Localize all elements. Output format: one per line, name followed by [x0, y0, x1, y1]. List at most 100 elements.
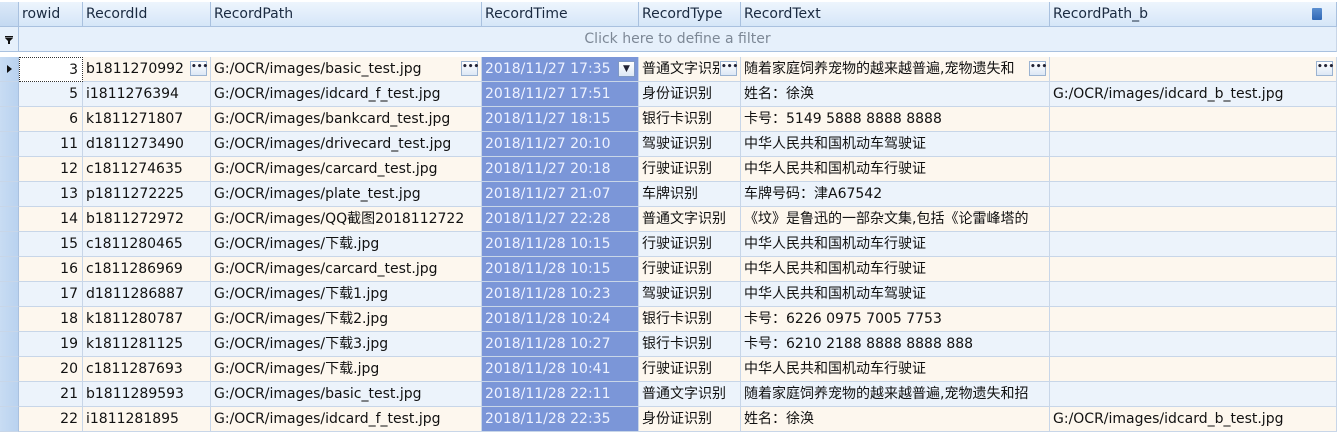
table-row[interactable]: 13 p1811272225 G:/OCR/images/plate_test.jp…: [0, 182, 1337, 207]
cell-recordtype[interactable]: 普通文字识别 •••: [639, 57, 741, 82]
cell-recordtype[interactable]: 驾驶证识别: [639, 282, 741, 307]
table-row[interactable]: 21 b1811289593 G:/OCR/images/basic_test.jp…: [0, 382, 1337, 407]
cell-recordtext[interactable]: 车牌号码：津A67542: [741, 182, 1050, 207]
column-header-recordtext[interactable]: RecordText: [741, 2, 1050, 27]
cell-rowid[interactable]: 13: [19, 182, 83, 207]
cell-recordtype[interactable]: 身份证识别: [639, 82, 741, 107]
column-header-recordid[interactable]: RecordId: [83, 2, 211, 27]
cell-recordtext[interactable]: 中华人民共和国机动车行驶证: [741, 232, 1050, 257]
cell-recordpath[interactable]: G:/OCR/images/bankcard_test.jpg: [211, 107, 482, 132]
cell-recordtype[interactable]: 银行卡识别: [639, 107, 741, 132]
cell-recordtext[interactable]: 卡号：6210 2188 8888 8888 888: [741, 332, 1050, 357]
row-selector[interactable]: [0, 357, 19, 382]
cell-recordpath-b[interactable]: G:/OCR/images/idcard_b_test.jpg: [1050, 407, 1337, 432]
cell-recordpath[interactable]: G:/OCR/images/basic_test.jpg •••: [211, 57, 482, 82]
cell-rowid[interactable]: 20: [19, 357, 83, 382]
row-selector[interactable]: [0, 407, 19, 432]
cell-rowid[interactable]: 16: [19, 257, 83, 282]
cell-recordtext[interactable]: 卡号：5149 5888 8888 8888: [741, 107, 1050, 132]
cell-recordpath-b[interactable]: [1050, 157, 1337, 182]
cell-rowid[interactable]: 3: [19, 57, 83, 82]
cell-recordtext[interactable]: 卡号：6226 0975 7005 7753: [741, 307, 1050, 332]
cell-recordpath-b[interactable]: [1050, 207, 1337, 232]
cell-rowid[interactable]: 18: [19, 307, 83, 332]
cell-recordid[interactable]: k1811271807: [83, 107, 211, 132]
cell-recordtime[interactable]: 2018/11/28 10:15: [482, 232, 639, 257]
cell-recordpath-b[interactable]: G:/OCR/images/idcard_b_test.jpg: [1050, 82, 1337, 107]
row-selector[interactable]: [0, 107, 19, 132]
cell-rowid[interactable]: 15: [19, 232, 83, 257]
cell-recordid[interactable]: k1811280787: [83, 307, 211, 332]
cell-recordtime[interactable]: 2018/11/28 22:11: [482, 382, 639, 407]
cell-recordtype[interactable]: 普通文字识别: [639, 207, 741, 232]
table-row[interactable]: 12 c1811274635 G:/OCR/images/carcard_test.…: [0, 157, 1337, 182]
row-selector[interactable]: [0, 257, 19, 282]
cell-recordid[interactable]: i1811281895: [83, 407, 211, 432]
table-row[interactable]: 19 k1811281125 G:/OCR/images/下载3.jpg 2018/1…: [0, 332, 1337, 357]
cell-rowid[interactable]: 5: [19, 82, 83, 107]
cell-recordpath-b[interactable]: [1050, 282, 1337, 307]
cell-rowid[interactable]: 6: [19, 107, 83, 132]
row-selector[interactable]: [0, 182, 19, 207]
cell-recordpath-b[interactable]: [1050, 382, 1337, 407]
cell-recordtext[interactable]: 姓名：徐涣: [741, 407, 1050, 432]
cell-recordtime[interactable]: 2018/11/27 22:28: [482, 207, 639, 232]
cell-recordpath-b[interactable]: [1050, 257, 1337, 282]
cell-recordpath-b[interactable]: [1050, 132, 1337, 157]
cell-recordid[interactable]: k1811281125: [83, 332, 211, 357]
cell-recordtext[interactable]: 姓名：徐涣: [741, 82, 1050, 107]
cell-recordtime[interactable]: 2018/11/27 17:35 ▼: [482, 57, 639, 82]
cell-recordtype[interactable]: 银行卡识别: [639, 307, 741, 332]
dropdown-arrow-icon[interactable]: ▼: [618, 61, 635, 77]
cell-recordpath[interactable]: G:/OCR/images/QQ截图2018112722: [211, 207, 482, 232]
row-selector[interactable]: [0, 132, 19, 157]
cell-recordpath[interactable]: G:/OCR/images/下载2.jpg: [211, 307, 482, 332]
cell-recordpath-b[interactable]: [1050, 107, 1337, 132]
cell-recordtime[interactable]: 2018/11/28 10:27: [482, 332, 639, 357]
cell-rowid[interactable]: 12: [19, 157, 83, 182]
cell-recordpath-b[interactable]: [1050, 307, 1337, 332]
cell-recordtime[interactable]: 2018/11/27 20:18: [482, 157, 639, 182]
column-header-recordpath-b[interactable]: RecordPath_b: [1050, 2, 1337, 27]
row-selector[interactable]: [0, 307, 19, 332]
cell-recordtype[interactable]: 行驶证识别: [639, 157, 741, 182]
cell-recordpath[interactable]: G:/OCR/images/下载.jpg: [211, 357, 482, 382]
row-selector[interactable]: [0, 232, 19, 257]
cell-recordid[interactable]: c1811274635: [83, 157, 211, 182]
cell-recordtype[interactable]: 普通文字识别: [639, 382, 741, 407]
cell-recordtime[interactable]: 2018/11/27 17:51: [482, 82, 639, 107]
cell-recordpath-b[interactable]: [1050, 357, 1337, 382]
cell-recordpath[interactable]: G:/OCR/images/下载3.jpg: [211, 332, 482, 357]
row-selector[interactable]: [0, 282, 19, 307]
cell-recordtime[interactable]: 2018/11/28 10:15: [482, 257, 639, 282]
table-row[interactable]: 14 b1811272972 G:/OCR/images/QQ截图201811272…: [0, 207, 1337, 232]
cell-recordpath-b[interactable]: [1050, 232, 1337, 257]
cell-recordtype[interactable]: 行驶证识别: [639, 357, 741, 382]
cell-recordtime[interactable]: 2018/11/27 20:10: [482, 132, 639, 157]
cell-recordtype[interactable]: 行驶证识别: [639, 257, 741, 282]
cell-recordtype[interactable]: 驾驶证识别: [639, 132, 741, 157]
row-selector[interactable]: [0, 82, 19, 107]
column-header-recordpath[interactable]: RecordPath: [211, 2, 482, 27]
cell-recordpath[interactable]: G:/OCR/images/下载1.jpg: [211, 282, 482, 307]
cell-recordid[interactable]: c1811280465: [83, 232, 211, 257]
cell-recordid[interactable]: d1811286887: [83, 282, 211, 307]
cell-recordid[interactable]: b1811272972: [83, 207, 211, 232]
table-row[interactable]: 5 i1811276394 G:/OCR/images/idcard_f_test.…: [0, 82, 1337, 107]
cell-recordpath-b[interactable]: [1050, 332, 1337, 357]
cell-rowid[interactable]: 14: [19, 207, 83, 232]
cell-recordtext[interactable]: 中华人民共和国机动车驾驶证: [741, 282, 1050, 307]
cell-recordpath[interactable]: G:/OCR/images/drivecard_test.jpg: [211, 132, 482, 157]
cell-recordpath-b[interactable]: •••: [1050, 57, 1337, 82]
cell-rowid[interactable]: 21: [19, 382, 83, 407]
cell-recordtext[interactable]: 《坟》是鲁迅的一部杂文集,包括《论雷峰塔的: [741, 207, 1050, 232]
cell-recordpath[interactable]: G:/OCR/images/下载.jpg: [211, 232, 482, 257]
cell-recordid[interactable]: i1811276394: [83, 82, 211, 107]
column-header-rowid[interactable]: rowid: [19, 2, 83, 27]
cell-recordtime[interactable]: 2018/11/28 10:41: [482, 357, 639, 382]
table-row[interactable]: 11 d1811273490 G:/OCR/images/drivecard_tes…: [0, 132, 1337, 157]
row-selector[interactable]: [0, 157, 19, 182]
table-row[interactable]: 16 c1811286969 G:/OCR/images/carcard_test.…: [0, 257, 1337, 282]
table-row[interactable]: 17 d1811286887 G:/OCR/images/下载1.jpg 2018/1…: [0, 282, 1337, 307]
table-row[interactable]: 6 k1811271807 G:/OCR/images/bankcard_test.…: [0, 107, 1337, 132]
